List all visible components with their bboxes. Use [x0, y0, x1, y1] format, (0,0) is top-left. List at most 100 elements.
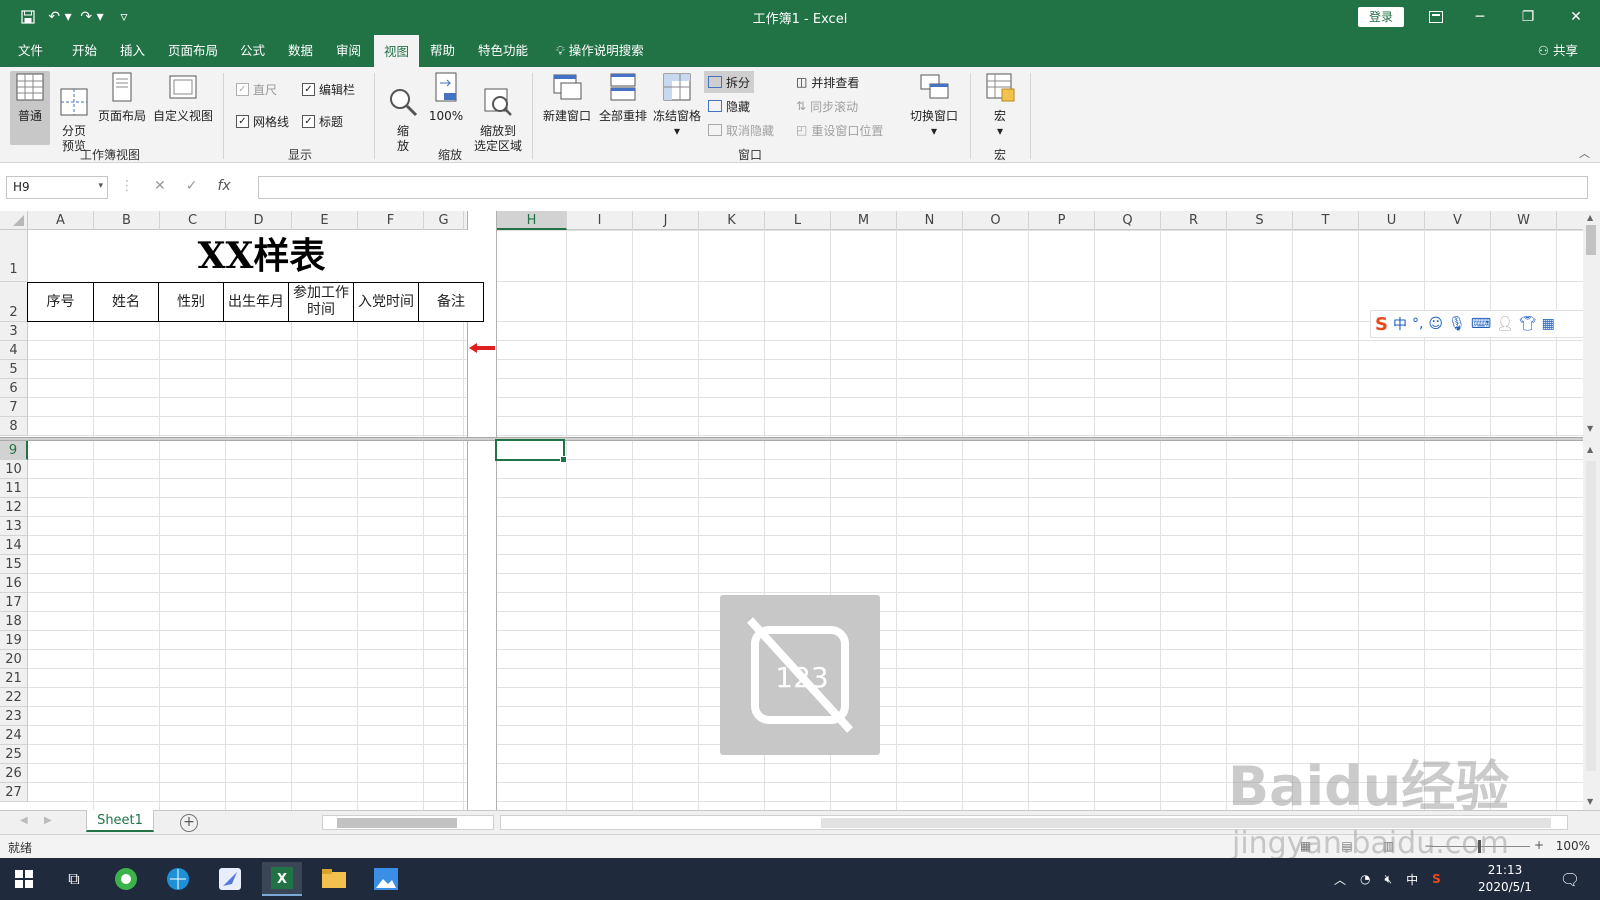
upper-pane-scroll-thumb[interactable]	[1586, 225, 1596, 255]
restore-icon[interactable]: ❐	[1504, 0, 1552, 34]
file-explorer-icon[interactable]	[314, 862, 354, 896]
tell-me-search[interactable]: 💡︎ 操作说明搜索	[556, 34, 644, 67]
column-header-l[interactable]: L	[765, 211, 831, 230]
tab-review[interactable]: 审阅	[336, 34, 361, 67]
add-sheet-button[interactable]: +	[180, 814, 198, 832]
split-button[interactable]: 拆分	[704, 71, 755, 93]
row-header-1[interactable]: 1	[0, 230, 28, 282]
column-header-p[interactable]: P	[1029, 211, 1095, 230]
column-header-a[interactable]: A	[28, 211, 94, 230]
keyboard-icon[interactable]: ⌨	[1471, 316, 1491, 332]
header-cell[interactable]: 出生年月	[223, 282, 289, 322]
row-header-16[interactable]: 16	[0, 574, 28, 593]
column-header-f[interactable]: F	[358, 211, 424, 230]
freeze-panes-button[interactable]: 冻结窗格 ▾	[650, 71, 704, 139]
sheet-tab-sheet1[interactable]: Sheet1	[86, 810, 154, 832]
browser2-app-icon[interactable]	[158, 862, 198, 896]
scroll-up-icon[interactable]: ▲	[1587, 445, 1593, 454]
formula-bar-checkbox[interactable]: ✓ 编辑栏	[302, 81, 355, 98]
column-header-q[interactable]: Q	[1095, 211, 1161, 230]
column-header-u[interactable]: U	[1359, 211, 1425, 230]
excel-app-icon[interactable]: X	[262, 862, 302, 896]
zoom-button[interactable]: 缩 放	[386, 71, 420, 169]
row-header-8[interactable]: 8	[0, 417, 28, 436]
horizontal-split-bar[interactable]	[0, 437, 1583, 441]
column-header-v[interactable]: V	[1425, 211, 1491, 230]
feather-app-icon[interactable]	[210, 862, 250, 896]
zoom-level[interactable]: 100%	[1556, 839, 1590, 853]
scroll-down-icon[interactable]: ▼	[1587, 797, 1593, 806]
column-header-r[interactable]: R	[1161, 211, 1227, 230]
header-cell[interactable]: 性别	[158, 282, 224, 322]
notifications-icon[interactable]: 🗨︎	[1550, 862, 1590, 896]
tab-formulas[interactable]: 公式	[240, 34, 265, 67]
sogou-tray-icon[interactable]: S	[1432, 872, 1441, 886]
close-icon[interactable]: ✕	[1552, 0, 1600, 34]
row-header-5[interactable]: 5	[0, 360, 28, 379]
row-header-2[interactable]: 2	[0, 282, 28, 322]
view-side-by-side-button[interactable]: ◫ 并排查看	[792, 71, 863, 93]
macros-button[interactable]: 宏 ▾	[980, 71, 1020, 139]
ime-mode-toggle[interactable]: 中	[1393, 314, 1407, 334]
lower-pane-scroll-thumb[interactable]	[1586, 461, 1596, 771]
column-header-d[interactable]: D	[226, 211, 292, 230]
column-header-w[interactable]: W	[1491, 211, 1557, 230]
cancel-icon[interactable]: ✕	[154, 178, 166, 194]
tab-home[interactable]: 开始	[72, 34, 97, 67]
volume-muted-icon[interactable]: 🔇︎	[1385, 872, 1393, 887]
chevron-down-icon[interactable]: ▾	[98, 181, 103, 191]
tab-file[interactable]: 文件	[18, 34, 43, 67]
column-header-o[interactable]: O	[963, 211, 1029, 230]
reset-window-position-button[interactable]: ◰ 重设窗口位置	[792, 119, 887, 141]
clock[interactable]: 21:13 2020/5/1	[1474, 862, 1536, 896]
row-header-12[interactable]: 12	[0, 498, 28, 517]
row-header-3[interactable]: 3	[0, 322, 28, 341]
row-header-11[interactable]: 11	[0, 479, 28, 498]
column-header-i[interactable]: I	[567, 211, 633, 230]
user-icon[interactable]: 👤︎	[1496, 316, 1514, 332]
tab-insert[interactable]: 插入	[120, 34, 145, 67]
chevron-up-icon[interactable]: ︿	[1334, 871, 1346, 888]
scroll-down-icon[interactable]: ▼	[1587, 424, 1593, 433]
task-view-icon[interactable]: ⧉	[54, 862, 94, 896]
scroll-up-icon[interactable]: ▲	[1587, 213, 1593, 222]
header-cell[interactable]: 备注	[418, 282, 484, 322]
row-header-9[interactable]: 9	[0, 441, 28, 460]
sheet-title-cell[interactable]: XX样表	[28, 230, 495, 282]
photos-app-icon[interactable]	[366, 862, 406, 896]
row-header-21[interactable]: 21	[0, 669, 28, 688]
header-cell[interactable]: 序号	[27, 282, 94, 322]
zoom-in-icon[interactable]: +	[1534, 838, 1544, 852]
start-icon[interactable]	[4, 862, 44, 896]
toolbox-icon[interactable]: ▦	[1542, 316, 1555, 332]
row-header-15[interactable]: 15	[0, 555, 28, 574]
switch-windows-button[interactable]: 切换窗口 ▾	[906, 71, 962, 139]
row-header-20[interactable]: 20	[0, 650, 28, 669]
column-header-g[interactable]: G	[424, 211, 464, 230]
column-header-b[interactable]: B	[94, 211, 160, 230]
network-icon[interactable]: ◔	[1360, 872, 1370, 886]
insert-function-icon[interactable]: fx	[217, 178, 230, 194]
headings-checkbox[interactable]: ✓ 标题	[302, 113, 343, 130]
row-header-10[interactable]: 10	[0, 460, 28, 479]
gridlines-checkbox[interactable]: ✓ 网格线	[236, 113, 289, 130]
header-cell[interactable]: 参加工作时间	[288, 282, 354, 322]
vertical-scrollbar[interactable]: ▲ ▼ ▲ ▼	[1583, 211, 1600, 811]
sogou-logo-icon[interactable]: S	[1375, 314, 1388, 335]
punctuation-toggle[interactable]: °,	[1412, 316, 1423, 332]
column-header-n[interactable]: N	[897, 211, 963, 230]
ruler-checkbox[interactable]: ✓ 直尺	[236, 81, 277, 98]
login-button[interactable]: 登录	[1358, 7, 1404, 27]
browser-app-icon[interactable]	[106, 862, 146, 896]
row-header-4[interactable]: 4	[0, 341, 28, 360]
enter-icon[interactable]: ✓	[186, 178, 198, 194]
column-header-c[interactable]: C	[160, 211, 226, 230]
column-header-e[interactable]: E	[292, 211, 358, 230]
row-header-25[interactable]: 25	[0, 745, 28, 764]
formula-input[interactable]	[258, 176, 1588, 199]
ribbon-display-options-icon[interactable]	[1412, 0, 1460, 34]
next-sheet-icon[interactable]: ▶	[44, 815, 52, 826]
hide-button[interactable]: 隐藏	[704, 95, 754, 117]
row-header-7[interactable]: 7	[0, 398, 28, 417]
column-header-j[interactable]: J	[633, 211, 699, 230]
